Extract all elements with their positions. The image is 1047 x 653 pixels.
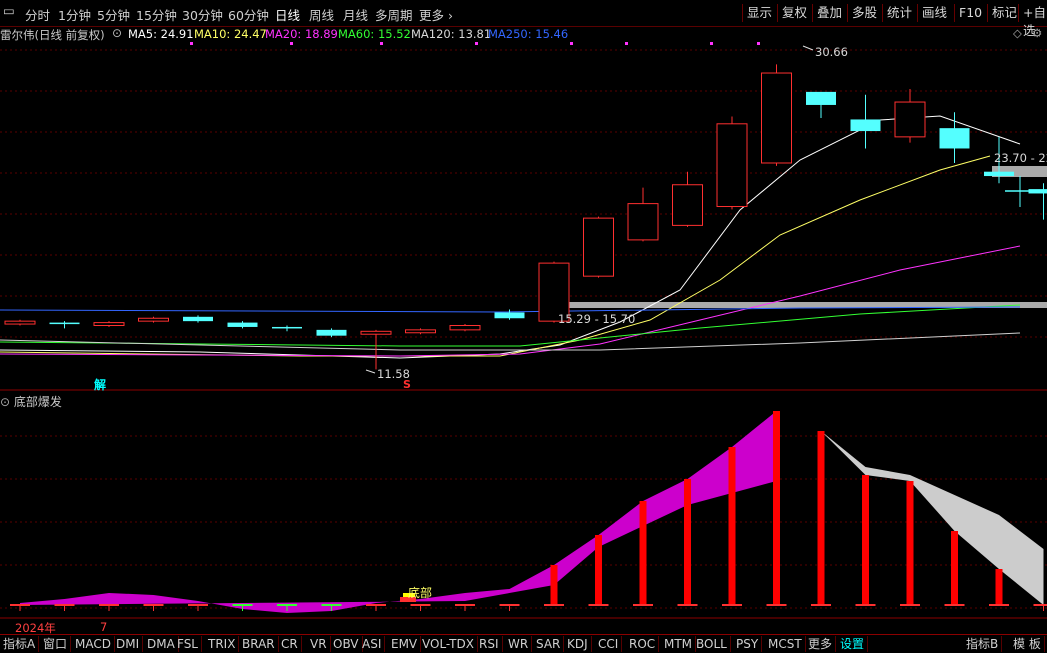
indicator-tab-13[interactable]: RSI: [476, 636, 503, 652]
indicator-tab-7[interactable]: CR: [278, 636, 302, 652]
candle-body: [940, 128, 970, 148]
price-range-label-right: 23.70 - 22: [994, 151, 1047, 165]
indicator-bar: [684, 479, 691, 605]
candle-body: [317, 330, 347, 336]
indicator-tab-5[interactable]: TRIX: [205, 636, 239, 652]
indicator-bar: [551, 565, 558, 605]
indicator-bar: [595, 535, 602, 605]
indicator-bar: [640, 501, 647, 605]
ma10-line: [0, 156, 990, 356]
candle-body: [495, 312, 525, 318]
price-range-label: 15.29 - 15.70: [558, 312, 635, 326]
signal-dot: [757, 42, 760, 45]
indicator-tab-17[interactable]: CCI: [595, 636, 622, 652]
template-button[interactable]: 模 板: [1010, 636, 1045, 652]
indicator-tabbar: 指标A窗口MACDDMIDMAFSLTRIXBRARCRVROBVASIEMVV…: [0, 634, 1047, 653]
indicator-tab-14[interactable]: WR: [505, 636, 532, 652]
ma120-line: [0, 333, 1020, 350]
indicator-tab-4[interactable]: FSL: [174, 636, 202, 652]
indicator-tab-20[interactable]: BOLL: [693, 636, 731, 652]
indicator-tab-2[interactable]: DMI: [113, 636, 143, 652]
unlock-marker[interactable]: 解: [94, 376, 106, 393]
signal-dot: [625, 42, 628, 45]
indicator-tab-23[interactable]: 更多: [805, 636, 836, 652]
signal-dot: [475, 42, 478, 45]
indicator-title[interactable]: ⊙ 底部爆发: [0, 393, 62, 410]
indicator-bar: [729, 447, 736, 605]
indicator-bar: [996, 569, 1003, 605]
indicator-tab-6[interactable]: BRAR: [239, 636, 279, 652]
signal-dot: [710, 42, 713, 45]
indicator-b-button[interactable]: 指标B: [963, 636, 1002, 652]
signal-dot: [190, 42, 193, 45]
chevron-circle-icon[interactable]: ⊙: [0, 395, 10, 409]
candle-body: [183, 317, 213, 321]
indicator-tab-22[interactable]: MCST: [765, 636, 806, 652]
candle-body: [272, 327, 302, 329]
high-pointer: [803, 46, 813, 50]
high-price-label: 30.66: [815, 45, 848, 59]
candle-body: [806, 92, 836, 105]
indicator-a-button[interactable]: 指标A: [0, 636, 39, 652]
indicator-tab-18[interactable]: ROC: [626, 636, 659, 652]
candle-body: [895, 102, 925, 137]
kline-chart[interactable]: [0, 0, 1047, 634]
candle-body: [717, 124, 747, 207]
indicator-tab-12[interactable]: VOL-TDX: [419, 636, 478, 652]
indicator-bar: [951, 531, 958, 605]
indicator-tab-11[interactable]: EMV: [388, 636, 421, 652]
candle-body: [139, 318, 169, 321]
indicator-bar: [862, 475, 869, 605]
signal-dot: [290, 42, 293, 45]
indicator-band-up: [20, 411, 777, 613]
signal-dot: [570, 42, 573, 45]
candle-body: [50, 323, 80, 325]
indicator-band-down: [821, 431, 1044, 605]
indicator-tab-24[interactable]: 设置: [837, 636, 868, 652]
candle-body: [673, 185, 703, 226]
indicator-tab-21[interactable]: PSY: [733, 636, 762, 652]
indicator-tab-10[interactable]: ASI: [359, 636, 385, 652]
candle-body: [361, 331, 391, 334]
low-pointer: [366, 370, 375, 373]
candle-body: [5, 321, 35, 324]
candle-body: [762, 73, 792, 163]
indicator-tab-9[interactable]: OBV: [330, 636, 363, 652]
candle-body: [628, 204, 658, 240]
candle-body: [228, 323, 258, 327]
indicator-tab-8[interactable]: VR: [307, 636, 331, 652]
candle-body: [984, 172, 1014, 176]
month-label: 7: [100, 620, 107, 634]
indicator-tab-19[interactable]: MTM: [661, 636, 696, 652]
indicator-bar: [773, 411, 780, 605]
indicator-tab-0[interactable]: 窗口: [40, 636, 71, 652]
candle-body: [94, 323, 124, 326]
indicator-bar: [818, 431, 825, 605]
bottom-signal-label: 底部: [408, 584, 432, 601]
indicator-tab-16[interactable]: KDJ: [564, 636, 592, 652]
sell-marker[interactable]: S: [403, 378, 411, 391]
candle-body: [406, 330, 436, 333]
indicator-tab-15[interactable]: SAR: [533, 636, 564, 652]
indicator-bar: [907, 481, 914, 605]
candle-body: [450, 326, 480, 330]
indicator-tab-1[interactable]: MACD: [72, 636, 115, 652]
signal-dot: [380, 42, 383, 45]
candle-body: [851, 119, 881, 131]
candle-body: [584, 218, 614, 276]
indicator-name: 底部爆发: [14, 395, 62, 409]
